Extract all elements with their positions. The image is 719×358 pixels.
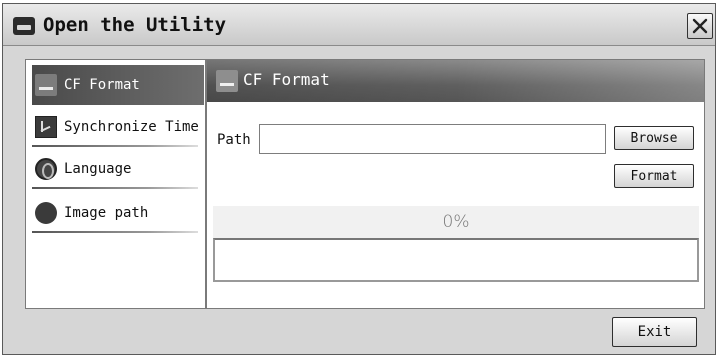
- window-title: Open the Utility: [43, 14, 227, 36]
- divider: [32, 187, 198, 189]
- title-bar[interactable]: Open the Utility: [3, 4, 715, 46]
- close-icon: [692, 18, 708, 34]
- exit-button[interactable]: Exit: [612, 317, 697, 347]
- sidebar-item-label: Image path: [64, 205, 149, 221]
- log-box: [213, 238, 699, 282]
- save-icon: [35, 74, 57, 96]
- image-path-icon: [35, 202, 57, 224]
- progress-bar: 0%: [213, 206, 699, 238]
- sidebar-item-label: Synchronize Time: [64, 119, 199, 135]
- sidebar-item-cf-format[interactable]: CF Format: [32, 65, 204, 105]
- browse-button[interactable]: Browse: [614, 126, 694, 150]
- sidebar-item-label: CF Format: [64, 77, 140, 93]
- panel-title: CF Format: [243, 70, 330, 89]
- clock-icon: [35, 116, 57, 138]
- sidebar-item-synchronize-time[interactable]: Synchronize Time: [32, 107, 204, 147]
- sidebar: CF Format Synchronize Time Language Imag…: [25, 59, 206, 309]
- language-icon: [35, 158, 57, 180]
- save-icon: [216, 70, 238, 92]
- close-button[interactable]: [687, 13, 713, 39]
- format-button[interactable]: Format: [614, 164, 694, 188]
- cf-format-panel: CF Format Path Browse Format 0%: [206, 59, 705, 309]
- sidebar-item-image-path[interactable]: Image path: [32, 193, 204, 233]
- sidebar-item-label: Language: [64, 161, 132, 177]
- path-input[interactable]: [259, 124, 606, 154]
- progress-text: 0%: [442, 212, 470, 232]
- path-label: Path: [217, 132, 251, 148]
- divider: [32, 145, 198, 147]
- sidebar-item-language[interactable]: Language: [32, 149, 204, 189]
- divider: [32, 231, 198, 233]
- panel-header: CF Format: [207, 60, 704, 102]
- app-icon: [13, 17, 35, 35]
